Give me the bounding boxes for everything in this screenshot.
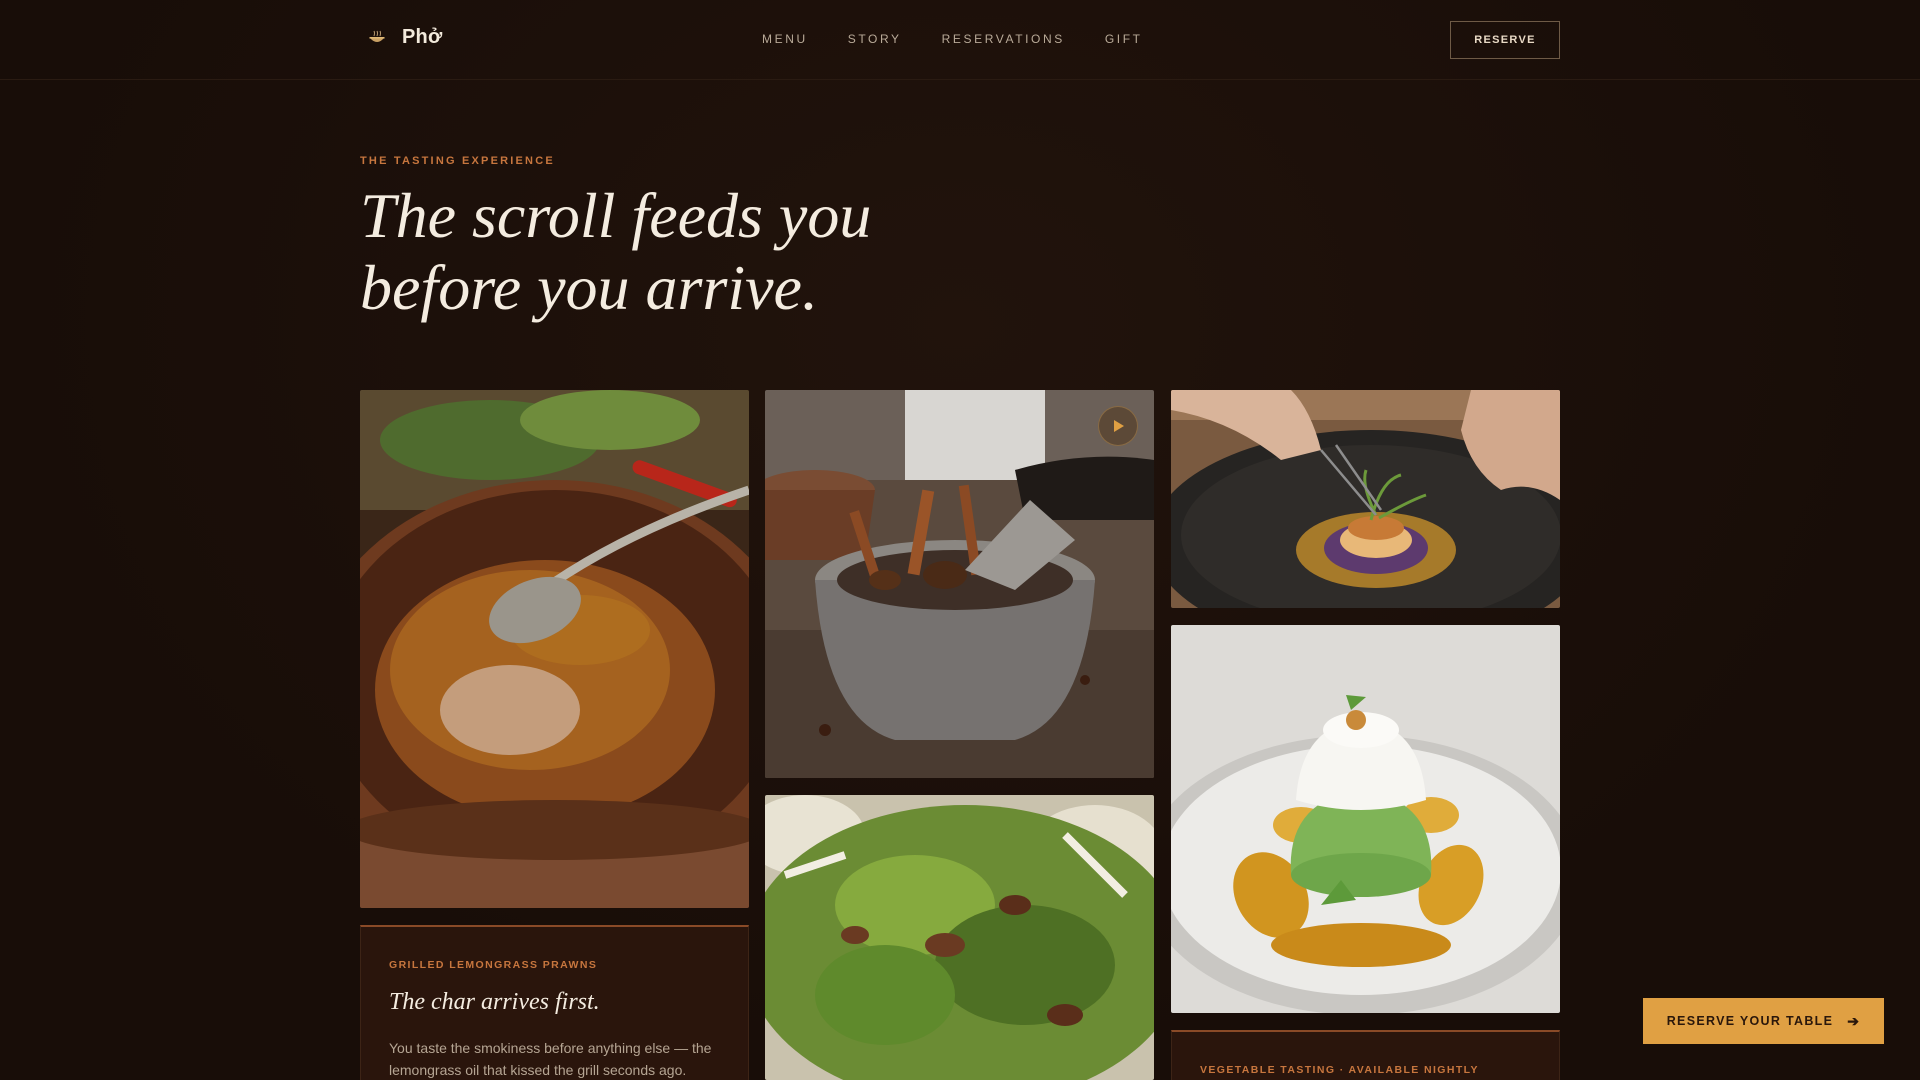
gallery-image-mortar[interactable] bbox=[765, 390, 1154, 778]
gallery-image-herb-salad[interactable] bbox=[765, 795, 1154, 1080]
gallery-image-plating[interactable] bbox=[1171, 390, 1560, 608]
nav-gift[interactable]: GIFT bbox=[1105, 32, 1143, 46]
gallery-image-dessert[interactable] bbox=[1171, 625, 1560, 1013]
card-eyebrow: GRILLED LEMONGRASS PRAWNS bbox=[389, 959, 598, 971]
bowl-icon bbox=[369, 30, 385, 42]
hero-title-line-2: before you arrive. bbox=[360, 252, 818, 323]
play-icon bbox=[1114, 420, 1124, 432]
nav-story[interactable]: STORY bbox=[848, 32, 902, 46]
dish-card-vegetable-tasting[interactable]: VEGETABLE TASTING · AVAILABLE NIGHTLY bbox=[1171, 1030, 1560, 1080]
hero-title-line-1: The scroll feeds you bbox=[360, 180, 872, 251]
card-eyebrow: VEGETABLE TASTING · AVAILABLE NIGHTLY bbox=[1200, 1064, 1479, 1076]
cta-label: RESERVE YOUR TABLE bbox=[1666, 1014, 1834, 1028]
nav-menu[interactable]: MENU bbox=[762, 32, 808, 46]
play-button[interactable] bbox=[1098, 406, 1138, 446]
hero-eyebrow: THE TASTING EXPERIENCE bbox=[360, 155, 555, 167]
card-body: You taste the smokiness before anything … bbox=[389, 1040, 712, 1078]
top-nav: Phở MENU STORY RESERVATIONS GIFT RESERVE bbox=[0, 0, 1920, 80]
hero-title: The scroll feeds you before you arrive. bbox=[360, 180, 1060, 324]
brand-name: Phở bbox=[402, 26, 443, 48]
gallery-image-clay-pot[interactable] bbox=[360, 390, 749, 908]
card-title: The char arrives first. bbox=[389, 989, 600, 1015]
brand-logo[interactable]: Phở bbox=[368, 26, 442, 49]
arrow-right-icon: ➔ bbox=[1847, 1012, 1861, 1029]
reserve-button[interactable]: RESERVE bbox=[1450, 21, 1560, 59]
page: Phở MENU STORY RESERVATIONS GIFT RESERVE… bbox=[0, 0, 1920, 1080]
dish-card-prawns[interactable]: GRILLED LEMONGRASS PRAWNS The char arriv… bbox=[360, 925, 749, 1080]
nav-reservations[interactable]: RESERVATIONS bbox=[942, 32, 1065, 46]
main-nav: MENU STORY RESERVATIONS GIFT bbox=[762, 32, 1143, 46]
reserve-your-table-button[interactable]: RESERVE YOUR TABLE ➔ bbox=[1643, 998, 1884, 1044]
